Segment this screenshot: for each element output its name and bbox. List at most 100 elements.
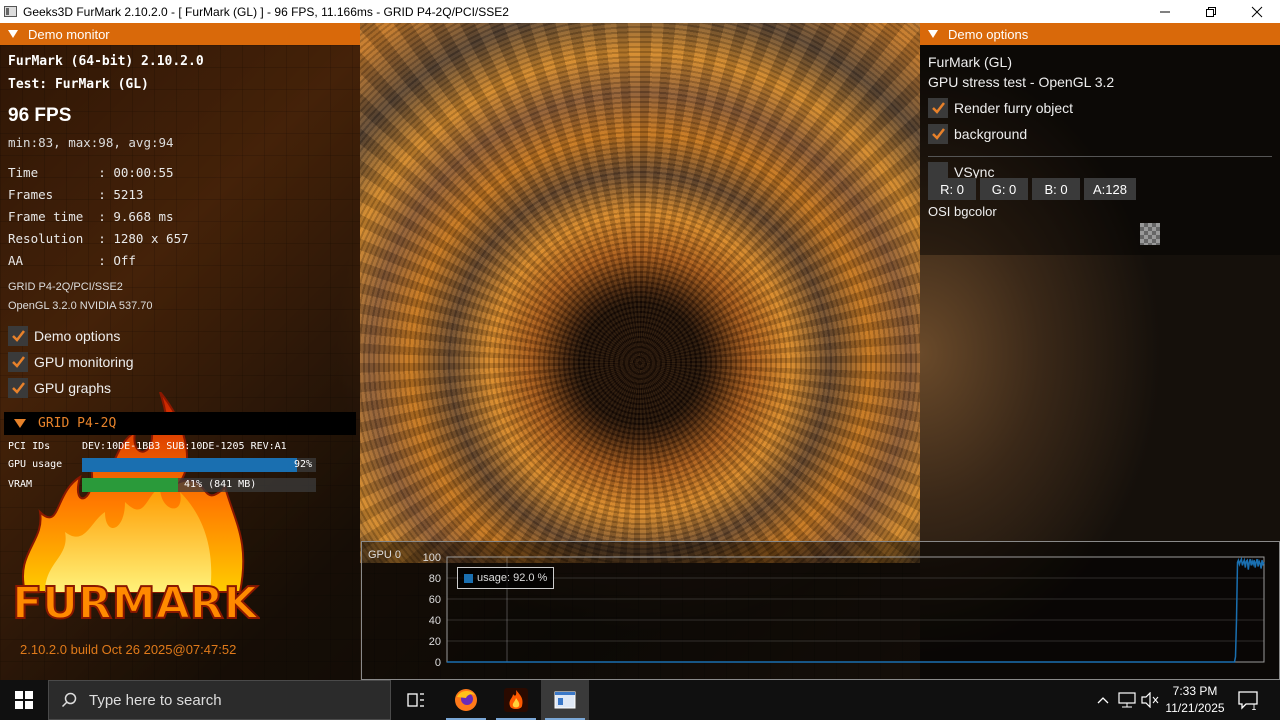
window-titlebar: Geeks3D FurMark 2.10.2.0 - [ FurMark (GL…	[0, 0, 1280, 23]
demo-options-header[interactable]: Demo options	[920, 23, 1280, 45]
gpu-card-header[interactable]: GRID P4-2Q	[4, 412, 356, 435]
y-tick-label: 40	[429, 615, 441, 627]
notification-count: 1	[1251, 703, 1257, 711]
stat-row: Time : 00:00:55	[8, 165, 174, 180]
minimize-icon	[1160, 11, 1170, 12]
checkmark-icon	[932, 102, 945, 114]
build-info: 2.10.2.0 build Oct 26 2025@07:47:52	[20, 642, 237, 657]
close-button[interactable]	[1234, 0, 1280, 23]
demo-monitor-header[interactable]: Demo monitor	[0, 23, 360, 45]
app-icon	[4, 6, 17, 17]
task-view-icon	[407, 693, 424, 707]
search-placeholder: Type here to search	[89, 691, 222, 709]
bgcolor-g-input[interactable]: G: 0	[980, 178, 1028, 200]
gpu-name: GRID P4-2Q	[38, 416, 117, 431]
y-tick-label: 80	[429, 573, 441, 585]
legend-swatch	[464, 573, 473, 583]
collapse-triangle-icon	[14, 419, 26, 428]
vram-text: 41% (841 MB)	[184, 479, 257, 490]
restore-button[interactable]	[1188, 0, 1234, 23]
volume-button[interactable]	[1140, 680, 1160, 720]
collapse-triangle-icon	[928, 30, 938, 38]
y-tick-label: 100	[423, 552, 441, 564]
bgcolor-label: OSI bgcolor	[928, 204, 997, 219]
bgcolor-preview-swatch[interactable]	[1140, 223, 1160, 245]
minimize-button[interactable]	[1142, 0, 1188, 23]
clock-time: 7:33 PM	[1172, 684, 1218, 698]
taskbar-clock[interactable]: 7:33 PM 11/21/2025	[1160, 683, 1230, 717]
stat-row: Frames : 5213	[8, 187, 144, 202]
demo-options-title: Demo options	[948, 26, 1029, 42]
vram-label: VRAM	[8, 479, 33, 490]
test-name: Test: FurMark (GL)	[8, 77, 149, 92]
y-tick-label: 20	[429, 636, 441, 648]
plot-area	[446, 556, 1265, 663]
windows-logo-icon	[15, 691, 33, 709]
notification-icon: 1	[1238, 691, 1258, 711]
gpu-usage-label: GPU usage	[8, 459, 63, 470]
checkmark-icon	[932, 128, 945, 140]
demo-description: GPU stress test - OpenGL 3.2	[928, 74, 1115, 90]
opengl-version: OpenGL 3.2.0 NVIDIA 537.70	[8, 300, 153, 312]
checkbox[interactable]	[928, 124, 948, 144]
pci-ids-value: DEV:10DE-1BB3 SUB:10DE-1205 REV:A1	[82, 441, 287, 452]
search-icon	[61, 692, 77, 708]
furry-donut-render	[360, 23, 920, 563]
option-label: Render furry object	[954, 100, 1074, 116]
show-hidden-icons-button[interactable]	[1094, 680, 1112, 720]
demo-monitor-title: Demo monitor	[28, 26, 110, 42]
stat-row: AA : Off	[8, 253, 136, 268]
close-icon	[1251, 6, 1263, 17]
app-version: FurMark (64-bit) 2.10.2.0	[8, 54, 204, 69]
vram-fill	[82, 478, 178, 492]
toggle-demo-options[interactable]: Demo options	[8, 326, 120, 346]
firefox-icon	[455, 689, 477, 711]
volume-muted-icon	[1141, 692, 1159, 708]
graph-title: GPU 0	[368, 549, 402, 561]
start-button[interactable]	[0, 680, 48, 720]
toggle-label: GPU monitoring	[34, 354, 134, 370]
toggle-gpu-monitoring[interactable]: GPU monitoring	[8, 352, 134, 372]
action-center-button[interactable]: 1	[1234, 680, 1262, 720]
option-label: background	[954, 126, 1028, 142]
furmark-taskbar-button[interactable]	[492, 680, 540, 720]
fps-stats: min:83, max:98, avg:94	[8, 135, 174, 150]
toggle-label: Demo options	[34, 328, 121, 344]
bgcolor-b-input[interactable]: B: 0	[1032, 178, 1080, 200]
stat-row: Resolution : 1280 x 657	[8, 231, 189, 246]
fps-value: 96 FPS	[8, 105, 72, 126]
option-background[interactable]: background	[928, 124, 1027, 144]
firefox-taskbar-button[interactable]	[442, 680, 490, 720]
gpu-usage-chart: 0 20 40 60 80 100	[423, 552, 1265, 669]
bgcolor-a-input[interactable]: A:128	[1084, 178, 1136, 200]
checkmark-icon	[12, 330, 25, 342]
collapse-triangle-icon	[8, 30, 18, 38]
stat-row: Frame time : 9.668 ms	[8, 209, 174, 224]
restore-icon	[1206, 6, 1216, 17]
window-title: Geeks3D FurMark 2.10.2.0 - [ FurMark (GL…	[23, 4, 509, 19]
gpu-usage-fill	[82, 458, 298, 472]
option-render-furry[interactable]: Render furry object	[928, 98, 1073, 118]
bgcolor-r-input[interactable]: R: 0	[928, 178, 976, 200]
taskbar-search-box[interactable]: Type here to search	[48, 680, 391, 720]
demo-options-panel: FurMark (GL) GPU stress test - OpenGL 3.…	[920, 45, 1280, 255]
gpu-graph-panel: 0 20 40 60 80 100 GPU 0 usage: 92.0 %	[361, 541, 1280, 680]
separator	[928, 156, 1272, 157]
checkbox[interactable]	[8, 352, 28, 372]
app-window-icon	[554, 691, 576, 709]
furmark-flame-icon	[504, 688, 528, 712]
task-view-button[interactable]	[392, 680, 440, 720]
logo-text: FURMARK	[12, 578, 259, 629]
clock-date: 11/21/2025	[1165, 701, 1225, 715]
windows-taskbar: Type here to search 7:33 PM 11/21/2025 1	[0, 680, 1280, 720]
gpu-usage-text: 92%	[293, 459, 312, 470]
network-button[interactable]	[1116, 680, 1138, 720]
pci-ids-label: PCI IDs	[8, 441, 51, 452]
gpu-usage-bar: 92%	[82, 458, 316, 472]
checkbox[interactable]	[928, 98, 948, 118]
network-icon	[1118, 692, 1136, 708]
y-tick-label: 0	[435, 657, 441, 669]
app-window-taskbar-button[interactable]	[541, 680, 589, 720]
chevron-up-icon	[1097, 697, 1109, 704]
checkbox[interactable]	[8, 326, 28, 346]
